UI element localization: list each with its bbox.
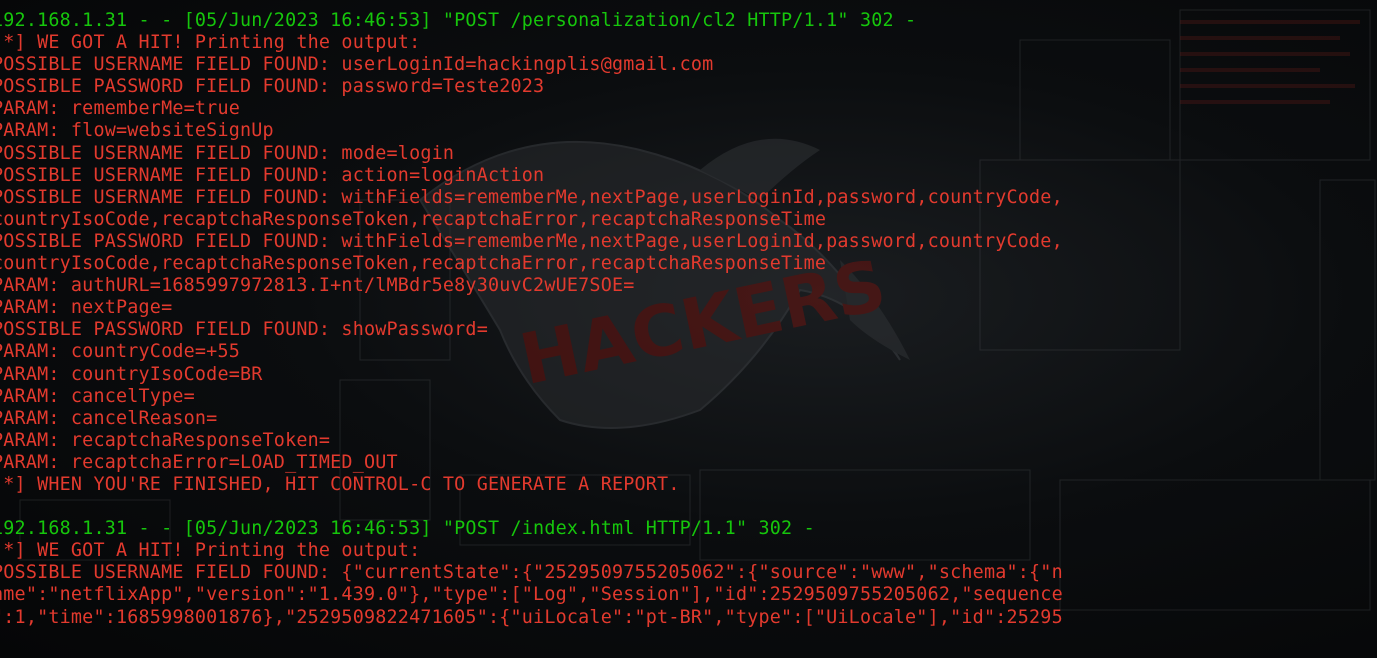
terminal-window[interactable]: HACKERS 192.168.1.31 - - [05/Jun/2023 16… (0, 0, 1377, 658)
terminal-line: POSSIBLE USERNAME FIELD FOUND: action=lo… (0, 164, 545, 186)
terminal-line: PARAM: nextPage= (0, 297, 173, 319)
terminal-line: PARAM: countryCode=+55 (0, 341, 240, 363)
terminal-line: PARAM: countryIsoCode=BR (0, 363, 263, 385)
terminal-line: [*] WE GOT A HIT! Printing the output: (0, 32, 421, 54)
terminal-line: PARAM: recaptchaResponseToken= (0, 429, 331, 451)
terminal-line: POSSIBLE PASSWORD FIELD FOUND: showPassw… (0, 319, 488, 341)
terminal-line: PARAM: cancelReason= (0, 407, 218, 429)
terminal-line: ame":"netflixApp","version":"1.439.0"},"… (0, 584, 1063, 606)
terminal-line: PARAM: authURL=1685997972813.I+nt/lMBdr5… (0, 275, 635, 297)
terminal-line: POSSIBLE USERNAME FIELD FOUND: {"current… (0, 562, 1063, 584)
terminal-line: POSSIBLE USERNAME FIELD FOUND: userLogin… (0, 54, 714, 76)
terminal-line: POSSIBLE PASSWORD FIELD FOUND: withField… (0, 230, 1063, 252)
terminal-line: POSSIBLE PASSWORD FIELD FOUND: password=… (0, 76, 545, 98)
terminal-line: POSSIBLE USERNAME FIELD FOUND: withField… (0, 186, 1063, 208)
terminal-line: countryIsoCode,recaptchaResponseToken,re… (0, 208, 827, 230)
terminal-line: [*] WE GOT A HIT! Printing the output: (0, 540, 421, 562)
terminal-line: [*] WHEN YOU'RE FINISHED, HIT CONTROL-C … (0, 473, 680, 495)
terminal-line: PARAM: cancelType= (0, 385, 195, 407)
terminal-line: PARAM: rememberMe=true (0, 98, 240, 120)
terminal-line: PARAM: flow=websiteSignUp (0, 120, 274, 142)
terminal-line: PARAM: recaptchaError=LOAD_TIMED_OUT (0, 451, 398, 473)
terminal-line: 192.168.1.31 - - [05/Jun/2023 16:46:53] … (0, 10, 917, 31)
terminal-line: ":1,"time":1685998001876},"2529509822471… (0, 606, 1063, 628)
terminal-output: 192.168.1.31 - - [05/Jun/2023 16:46:53] … (0, 10, 1063, 629)
terminal-line: 192.168.1.31 - - [05/Jun/2023 16:46:53] … (0, 518, 815, 540)
terminal-line: POSSIBLE USERNAME FIELD FOUND: mode=logi… (0, 142, 455, 164)
terminal-line: countryIsoCode,recaptchaResponseToken,re… (0, 253, 827, 275)
